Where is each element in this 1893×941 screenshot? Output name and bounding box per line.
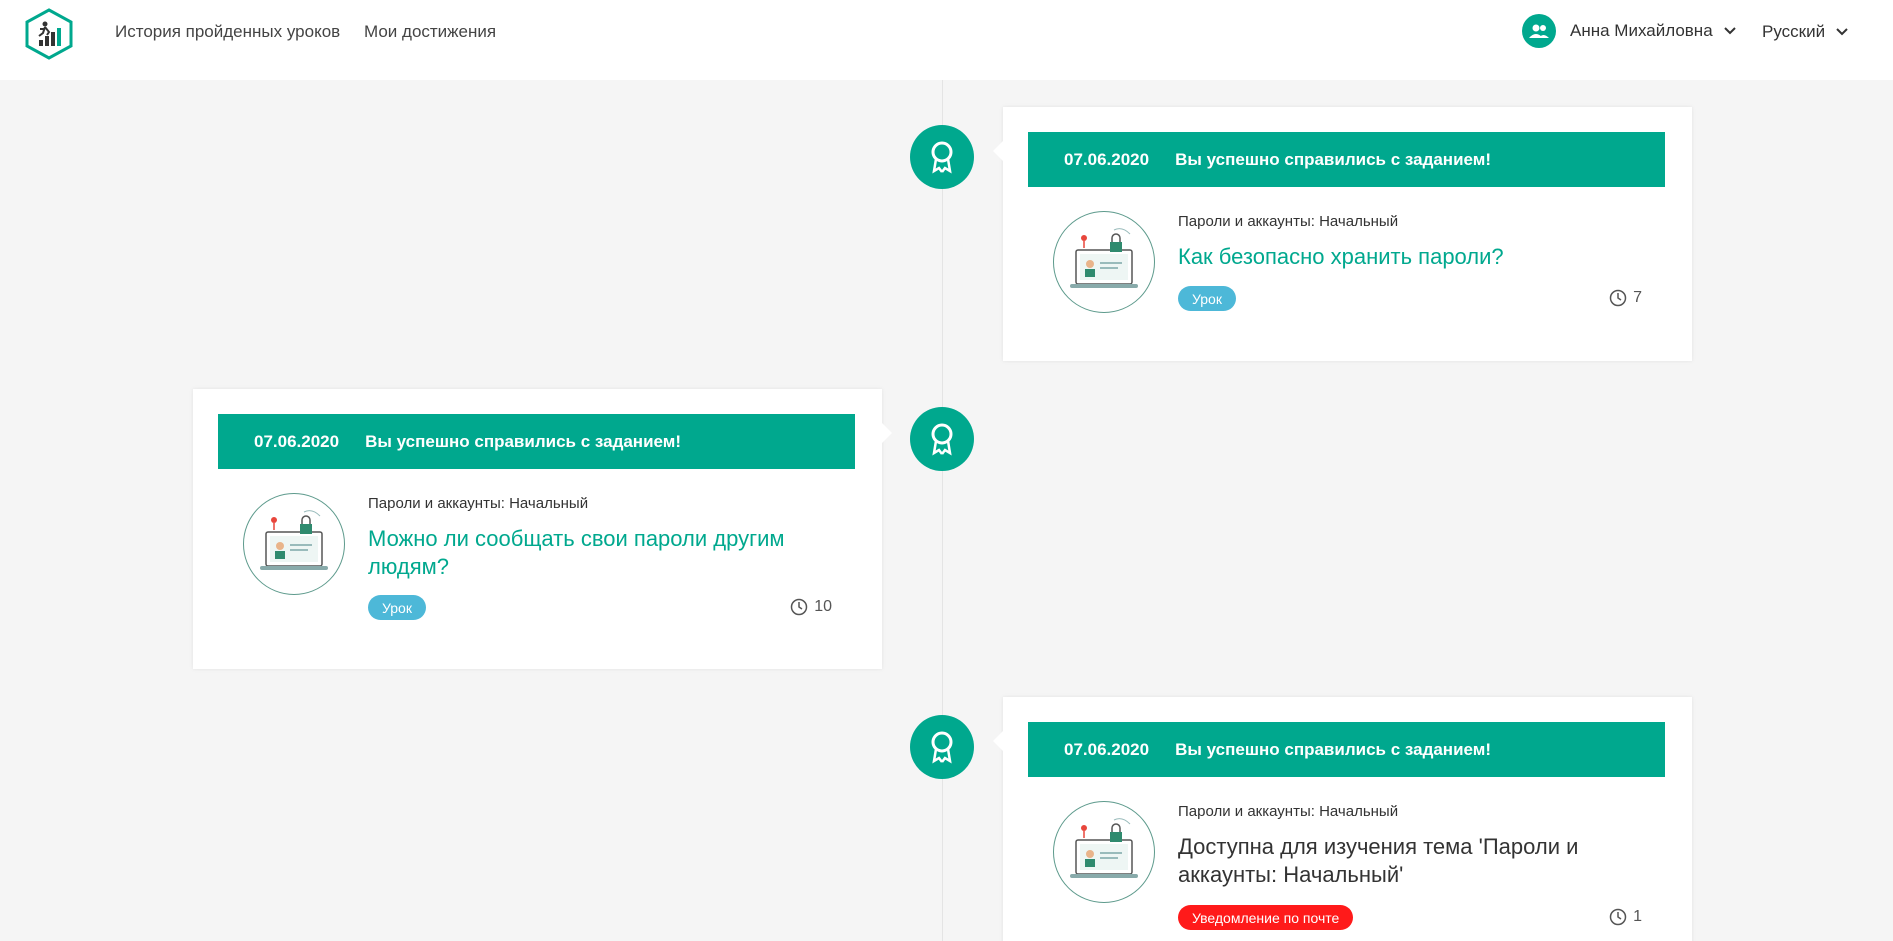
event-message: Вы успешно справились с заданием! xyxy=(365,431,681,451)
duration-value: 1 xyxy=(1633,908,1642,925)
event-card: 07.06.2020 Вы успешно справились с задан… xyxy=(193,389,892,669)
timeline-line xyxy=(942,80,943,941)
event-title-link[interactable]: Как безопасно хранить пароли? xyxy=(1178,243,1638,271)
duration-value: 10 xyxy=(814,598,832,615)
event-date: 07.06.2020 xyxy=(1064,149,1150,169)
user-name: Анна Михайловна xyxy=(1570,21,1713,40)
duration-value: 7 xyxy=(1633,289,1642,306)
mail-notification-badge: Уведомление по почте xyxy=(1178,905,1354,930)
chevron-down-icon xyxy=(1836,28,1848,36)
lesson-thumbnail xyxy=(1053,211,1155,313)
lesson-thumbnail xyxy=(243,493,345,595)
clock-icon xyxy=(1609,908,1627,926)
award-icon xyxy=(931,731,953,764)
timeline-marker xyxy=(910,125,974,189)
event-header: 07.06.2020 Вы успешно справились с задан… xyxy=(1028,132,1665,187)
clock-icon xyxy=(790,598,808,616)
nav-achievements-link[interactable]: Мои достижения xyxy=(364,22,496,42)
lesson-badge: Урок xyxy=(1178,286,1236,311)
event-category: Пароли и аккаунты: Начальный xyxy=(368,495,589,512)
event-header: 07.06.2020 Вы успешно справились с задан… xyxy=(1028,722,1665,777)
event-date: 07.06.2020 xyxy=(1064,739,1150,759)
lesson-badge: Урок xyxy=(368,595,426,620)
user-menu[interactable]: Анна Михайловна xyxy=(1522,14,1737,48)
language-label: Русский xyxy=(1762,22,1826,41)
clock-icon xyxy=(1609,289,1627,307)
event-header: 07.06.2020 Вы успешно справились с задан… xyxy=(218,414,855,469)
event-card: 07.06.2020 Вы успешно справились с задан… xyxy=(993,107,1692,361)
award-icon xyxy=(931,141,953,174)
event-duration: 10 xyxy=(790,598,832,616)
language-selector[interactable]: Русский xyxy=(1762,22,1849,42)
event-category: Пароли и аккаунты: Начальный xyxy=(1178,803,1399,820)
event-title-link[interactable]: Можно ли сообщать свои пароли другим люд… xyxy=(368,525,828,581)
top-header: История пройденных уроков Мои достижения… xyxy=(0,0,1893,80)
nav-history-link[interactable]: История пройденных уроков xyxy=(115,22,340,42)
event-date: 07.06.2020 xyxy=(254,431,340,451)
card-pointer xyxy=(993,141,1003,161)
card-pointer xyxy=(993,731,1003,751)
user-avatar-icon xyxy=(1522,14,1556,48)
timeline-marker xyxy=(910,715,974,779)
card-pointer xyxy=(882,423,892,443)
lesson-thumbnail xyxy=(1053,801,1155,903)
timeline-marker xyxy=(910,407,974,471)
event-message: Вы успешно справились с заданием! xyxy=(1175,149,1491,169)
event-category: Пароли и аккаунты: Начальный xyxy=(1178,213,1399,230)
event-title: Доступна для изучения тема 'Пароли и акк… xyxy=(1178,834,1579,887)
award-icon xyxy=(931,423,953,456)
event-card: 07.06.2020 Вы успешно справились с задан… xyxy=(993,697,1692,941)
logo-icon[interactable] xyxy=(24,8,74,60)
chevron-down-icon xyxy=(1723,27,1736,35)
event-duration: 7 xyxy=(1609,289,1642,307)
event-message: Вы успешно справились с заданием! xyxy=(1175,739,1491,759)
event-duration: 1 xyxy=(1609,908,1642,926)
